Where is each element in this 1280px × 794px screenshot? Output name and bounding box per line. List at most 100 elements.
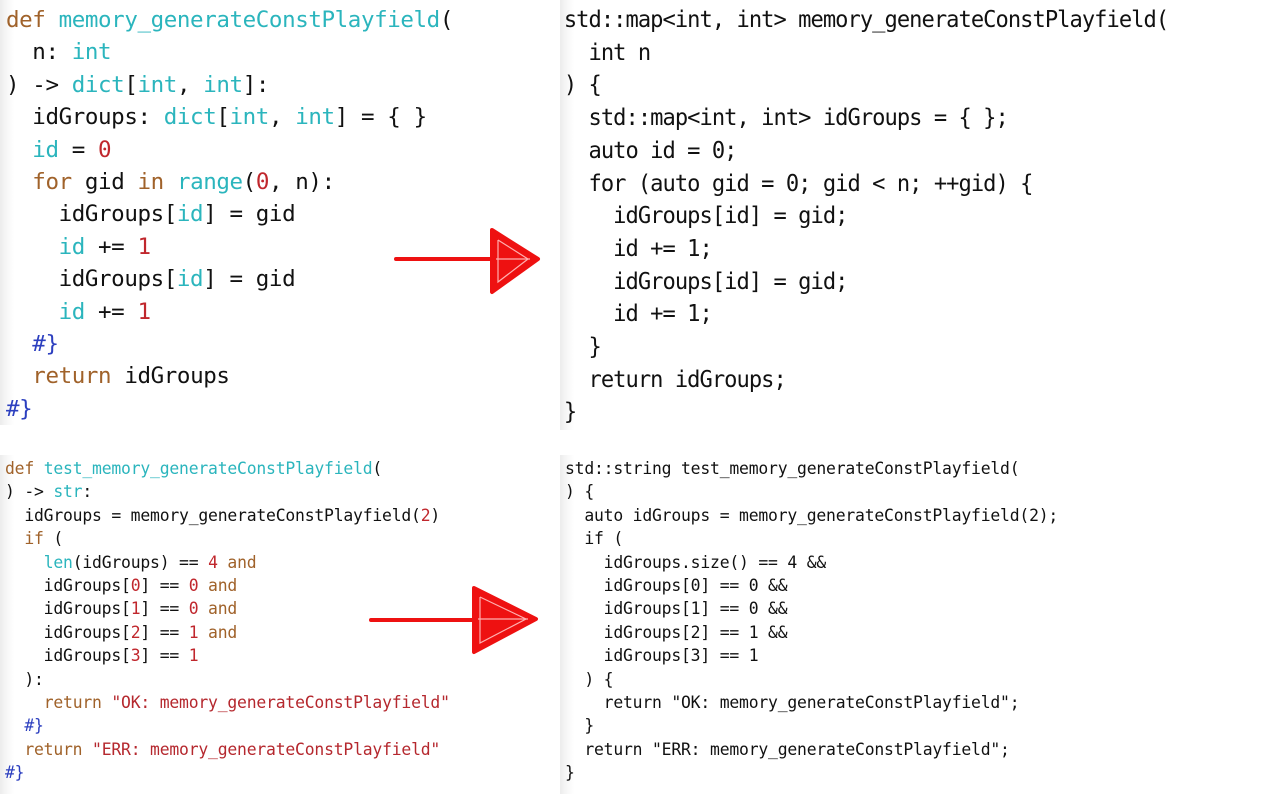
code-token: and (198, 622, 238, 642)
code-token: def (6, 7, 59, 33)
code-line: #} (5, 714, 520, 737)
code-token: 2 (420, 505, 431, 525)
code-line: idGroups = memory_generateConstPlayfield… (5, 504, 520, 527)
code-line: ) -> str: (5, 480, 520, 503)
code-token: [ (216, 104, 230, 131)
code-token: 1 (130, 599, 141, 619)
code-line: def test_memory_generateConstPlayfield( (5, 457, 520, 480)
code-line: #} (5, 761, 520, 784)
code-line: std::string test_memory_generateConstPla… (565, 457, 1080, 480)
code-token: #} (6, 395, 33, 422)
code-line: idGroups.size() == 4 && (565, 551, 1080, 574)
code-token: ( (242, 169, 257, 196)
code-token: (idGroups) == (72, 552, 209, 572)
code-token: , (176, 71, 204, 98)
code-token: id (32, 136, 59, 163)
code-token: idGroups = memory_generateConstPlayfield… (5, 505, 421, 525)
code-token: idGroups[ (5, 576, 131, 596)
code-token: id += 1; (563, 301, 713, 328)
code-token: int n (563, 39, 652, 66)
code-token: std::string test_memory_generateConstPla… (565, 459, 1020, 478)
code-token: and (198, 576, 238, 596)
code-token: ] = gid (203, 266, 296, 293)
code-token: 0 (188, 576, 199, 596)
code-line: if ( (5, 527, 520, 550)
code-line: #} (6, 328, 555, 360)
code-line: return "OK: memory_generateConstPlayfiel… (565, 691, 1080, 714)
code-line: idGroups[3] == 1 (565, 644, 1080, 667)
code-token: 4 (208, 552, 218, 572)
code-line: return "ERR: memory_generateConstPlayfie… (5, 738, 520, 761)
code-token: return (32, 363, 112, 390)
code-token: dict (71, 71, 125, 98)
code-token: , n): (268, 169, 335, 196)
code-token: idGroups[3] == 1 (565, 646, 759, 666)
code-token: ) { (565, 669, 614, 689)
code-token: id (176, 201, 204, 228)
code-token: id (58, 233, 86, 260)
code-line: int n (564, 37, 1251, 70)
code-token: ) { (565, 482, 595, 502)
arrow-right-icon (369, 586, 538, 654)
code-token: 1 (188, 646, 199, 666)
code-token: gid (71, 169, 138, 196)
code-token: ] == (140, 599, 189, 619)
code-token: idGroups[0] == 0 && (565, 576, 788, 596)
code-token: #} (5, 763, 25, 783)
code-line: auto id = 0; (564, 135, 1251, 168)
code-line: for gid in range(0, n): (6, 166, 555, 198)
code-token: #} (24, 716, 44, 736)
code-line: return "ERR: memory_generateConstPlayfie… (565, 738, 1080, 761)
code-token: idGroups[id] = gid; (563, 203, 848, 230)
cpp-test-panel: std::string test_memory_generateConstPla… (560, 455, 1080, 794)
code-token: auto id = 0; (563, 137, 738, 164)
code-token: 1 (137, 233, 151, 260)
arrow-head (472, 586, 538, 654)
code-line: ) { (565, 668, 1080, 691)
code-token: "OK: memory_generateConstPlayfield" (111, 693, 450, 713)
code-token: += (84, 298, 138, 325)
code-line: if ( (565, 527, 1080, 550)
code-line: } (564, 331, 1251, 364)
code-token: 2 (130, 622, 141, 642)
code-token: return (43, 693, 102, 713)
code-token: idGroups[2] == 1 && (565, 622, 788, 642)
code-token: ] == (140, 576, 189, 596)
code-line: idGroups[0] == 0 && (565, 574, 1080, 597)
code-token: : (82, 482, 93, 502)
code-token: ) (430, 505, 441, 525)
code-line: return idGroups (6, 360, 555, 392)
code-token: = (58, 136, 99, 163)
code-line: id += 1; (564, 233, 1251, 266)
code-token: , (268, 104, 296, 131)
code-token: ( (43, 529, 64, 549)
code-token: 1 (188, 622, 199, 642)
code-token: ] = gid (203, 201, 296, 228)
code-line: idGroups[2] == 1 && (565, 621, 1080, 644)
code-line: auto idGroups = memory_generateConstPlay… (565, 504, 1080, 527)
code-line: id = 0 (6, 134, 555, 166)
code-line: #} (6, 393, 555, 425)
code-token: idGroups: (6, 104, 164, 131)
code-block: def memory_generateConstPlayfield( n: in… (0, 0, 555, 425)
code-line: idGroups[id] = gid; (564, 266, 1251, 299)
code-token: idGroups[id] = gid; (563, 268, 848, 295)
code-line: ) { (565, 480, 1080, 503)
code-token: return "OK: memory_generateConstPlayfiel… (565, 693, 1020, 713)
code-block: std::string test_memory_generateConstPla… (560, 455, 1080, 785)
code-token: memory_generateConstPlayfield (58, 7, 441, 33)
code-token: ] == (140, 646, 189, 666)
code-token: int (71, 39, 112, 66)
code-line: } (565, 714, 1080, 737)
arrow-right-icon (394, 228, 540, 294)
code-token: id += 1; (563, 235, 713, 262)
code-token: } (565, 763, 575, 783)
code-token: ) -> (5, 482, 54, 502)
code-line: } (565, 761, 1080, 784)
